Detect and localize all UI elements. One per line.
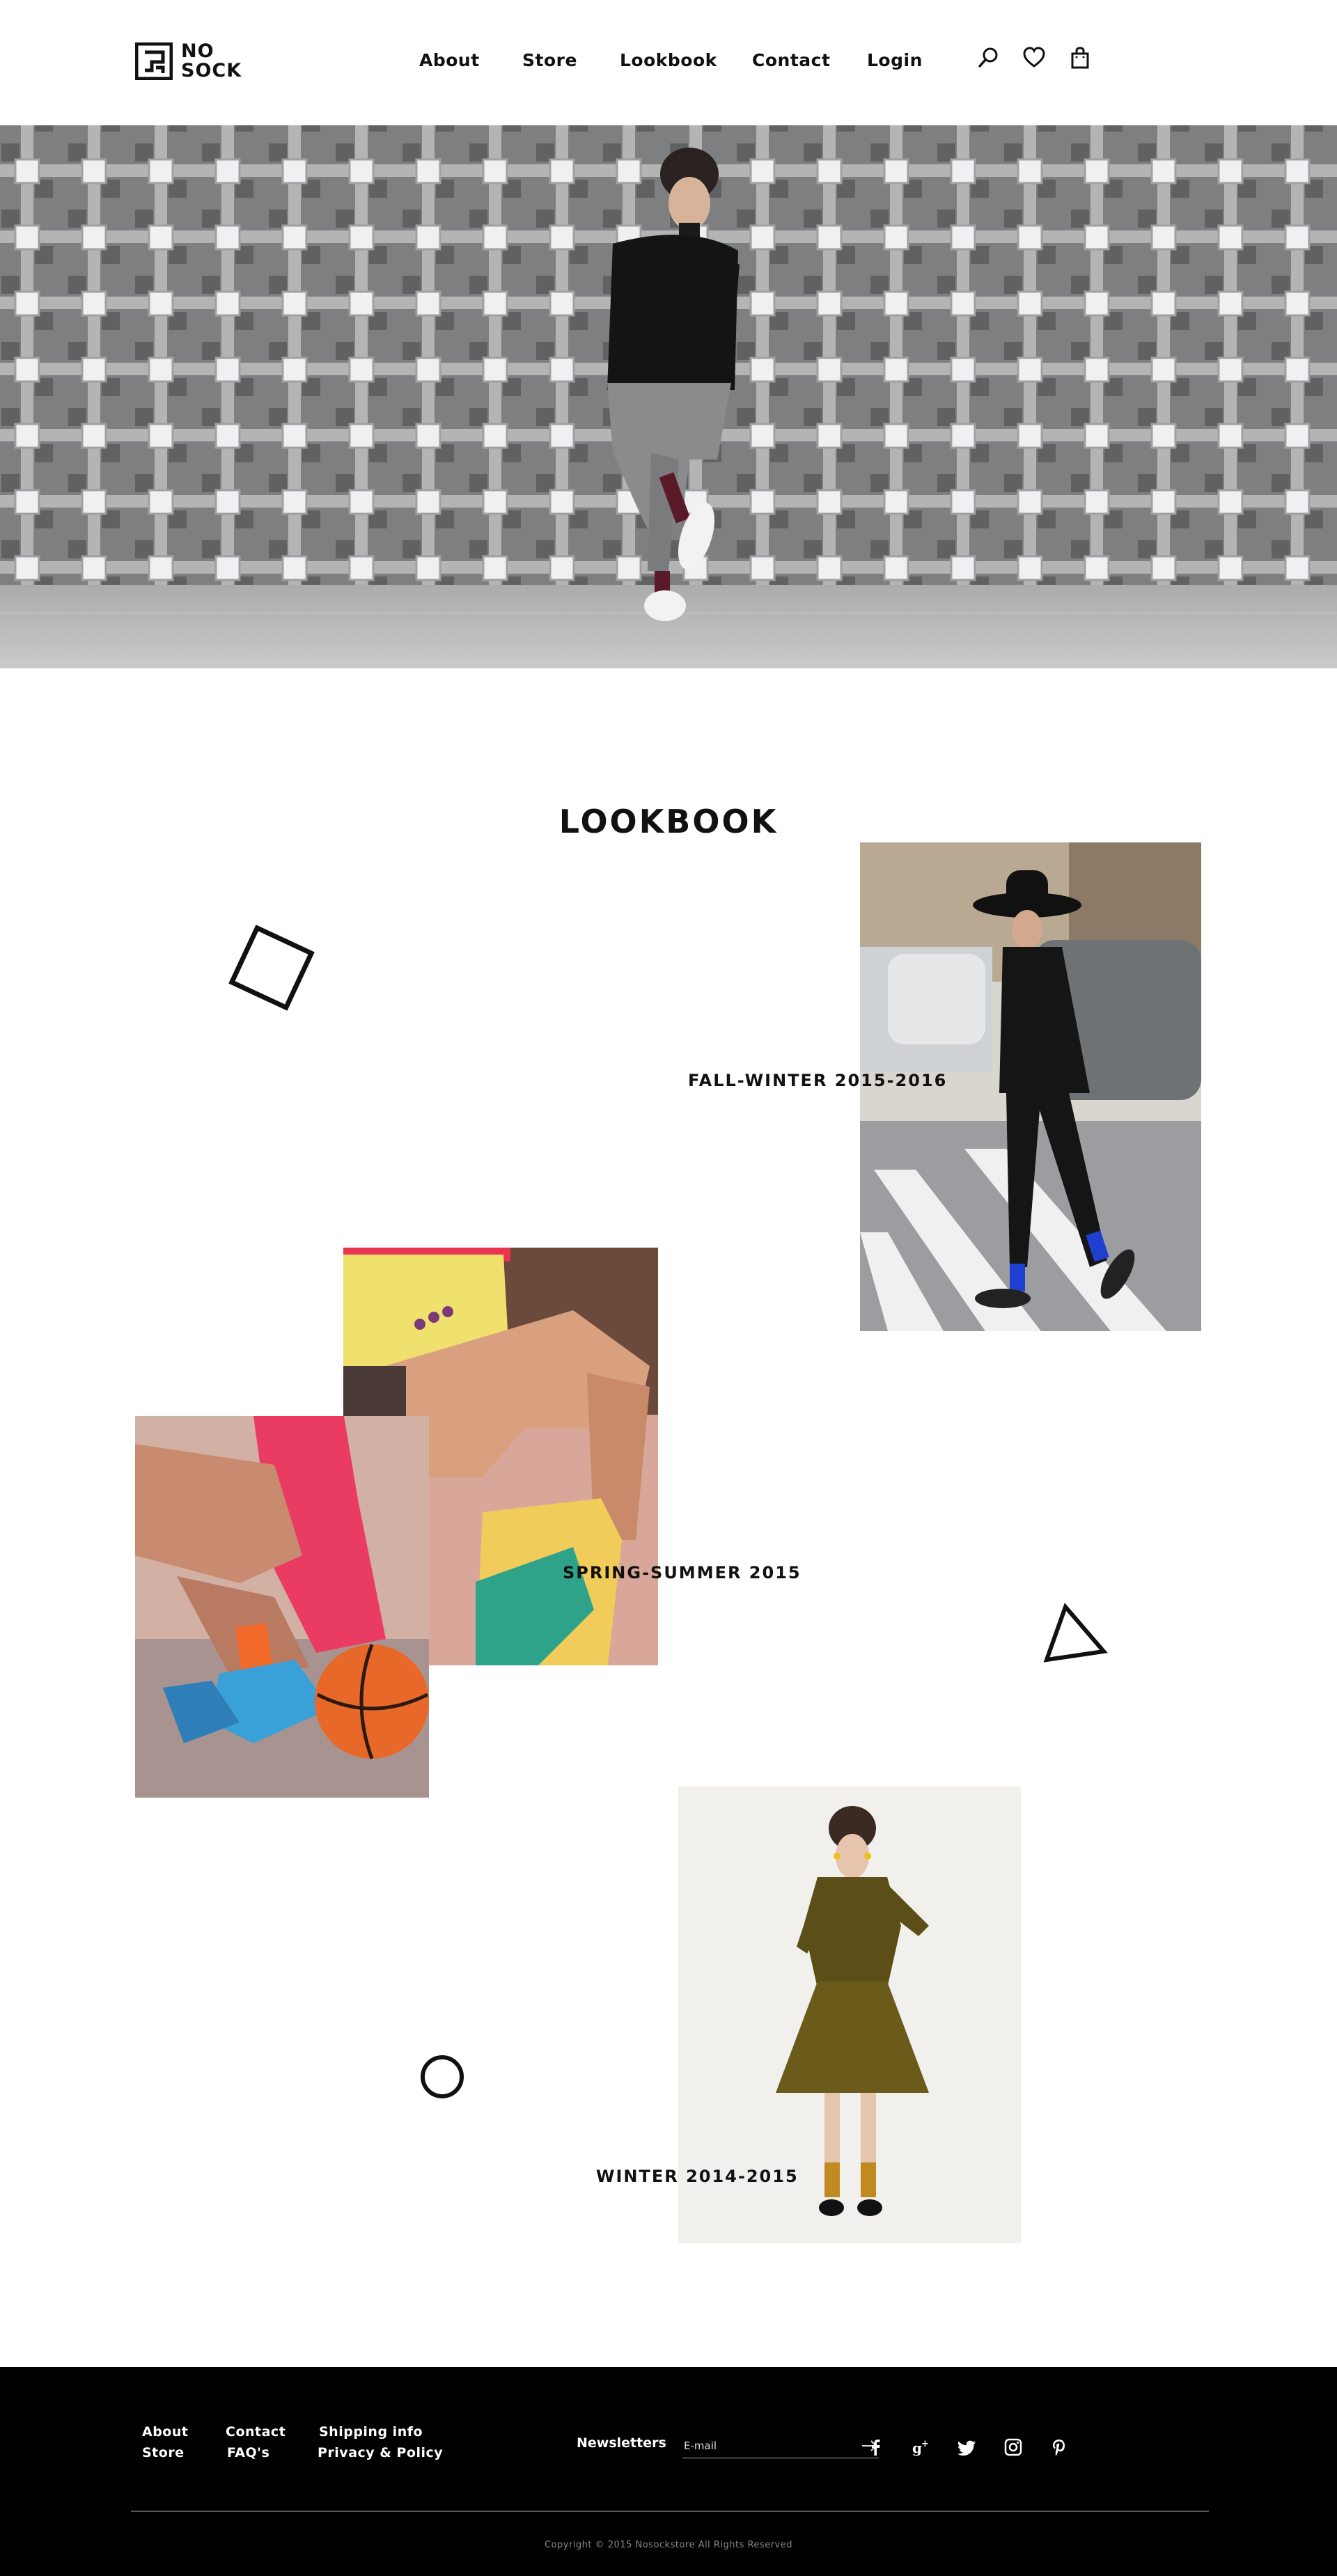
circle-shape-icon bbox=[421, 2055, 464, 2098]
svg-text:g: g bbox=[912, 2440, 922, 2456]
copyright-text: Copyright © 2015 Nosockstore All Rights … bbox=[545, 2540, 792, 2550]
social-links: g + bbox=[865, 2437, 1070, 2458]
facebook-icon[interactable] bbox=[865, 2437, 886, 2458]
caption-fall-winter[interactable]: FALL-WINTER 2015-2016 bbox=[688, 1071, 947, 1090]
footer-link-contact[interactable]: Contact bbox=[226, 2424, 286, 2440]
footer-link-privacy[interactable]: Privacy & Policy bbox=[318, 2445, 443, 2460]
hero-image bbox=[0, 125, 1337, 668]
nav-store[interactable]: Store bbox=[522, 50, 577, 70]
footer-divider bbox=[131, 2511, 1209, 2512]
caption-spring-summer[interactable]: SPRING-SUMMER 2015 bbox=[563, 1563, 802, 1582]
search-icon[interactable] bbox=[976, 46, 1000, 70]
footer-link-shipping[interactable]: Shipping info bbox=[319, 2424, 423, 2440]
nav-contact[interactable]: Contact bbox=[752, 50, 830, 70]
nav-about[interactable]: About bbox=[419, 50, 480, 70]
shopping-bag-icon[interactable] bbox=[1068, 46, 1092, 70]
heart-icon[interactable] bbox=[1022, 46, 1046, 70]
diamond-shape-icon bbox=[228, 925, 315, 1011]
lookbook-title: LOOKBOOK bbox=[558, 803, 779, 841]
hero-banner bbox=[0, 125, 1337, 668]
pinterest-icon[interactable] bbox=[1049, 2437, 1070, 2458]
svg-text:+: + bbox=[921, 2439, 929, 2449]
email-input[interactable] bbox=[682, 2437, 852, 2455]
newsletter-form bbox=[682, 2437, 879, 2458]
caption-winter[interactable]: WINTER 2014-2015 bbox=[596, 2167, 799, 2186]
lookbook-photo-spring-summer-front[interactable] bbox=[135, 1416, 429, 1798]
newsletter-label: Newsletters bbox=[577, 2435, 666, 2451]
footer-link-faqs[interactable]: FAQ's bbox=[227, 2445, 269, 2460]
triangle-shape-icon bbox=[1043, 1603, 1108, 1663]
footer-link-about[interactable]: About bbox=[142, 2424, 188, 2440]
twitter-icon[interactable] bbox=[957, 2437, 978, 2458]
site-header: NO SOCK About Store Lookbook Contact Log… bbox=[0, 0, 1337, 125]
site-footer: About Store Contact FAQ's Shipping info … bbox=[0, 2367, 1337, 2576]
header-icons bbox=[976, 46, 1092, 70]
nav-login[interactable]: Login bbox=[867, 50, 923, 70]
footer-link-store[interactable]: Store bbox=[142, 2445, 185, 2460]
google-plus-icon[interactable]: g + bbox=[911, 2437, 932, 2458]
main-nav: About Store Lookbook Contact Login bbox=[0, 50, 1337, 78]
nav-lookbook[interactable]: Lookbook bbox=[620, 50, 717, 70]
instagram-icon[interactable] bbox=[1003, 2437, 1024, 2458]
